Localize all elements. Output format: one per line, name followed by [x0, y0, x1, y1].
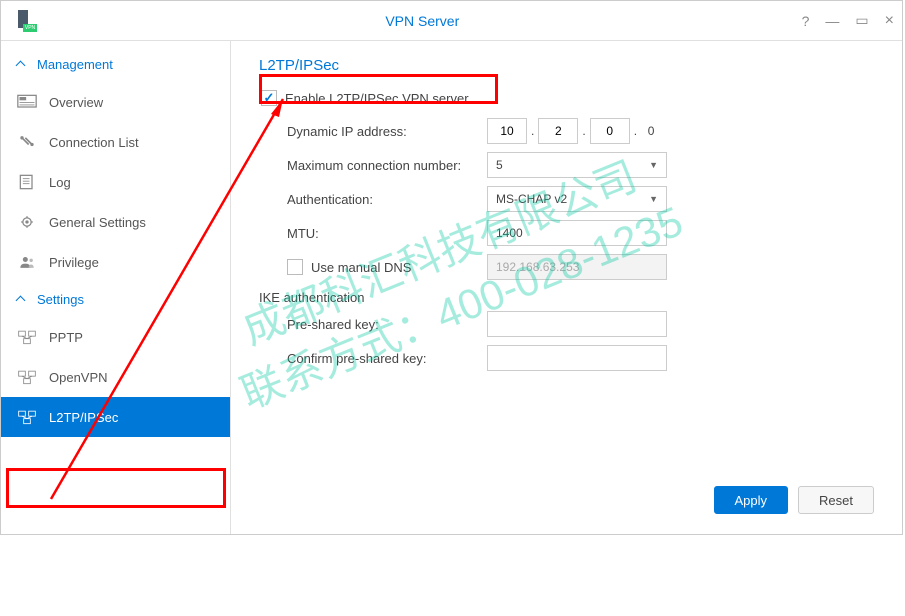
sidebar-item-label: Privilege — [49, 255, 99, 270]
chevron-down-icon: ▼ — [649, 194, 658, 204]
section-management[interactable]: Management — [1, 47, 230, 82]
sidebar-item-label: Log — [49, 175, 71, 190]
overview-icon — [17, 94, 37, 110]
enable-row[interactable]: Enable L2TP/IPSec VPN server — [259, 86, 874, 110]
close-icon[interactable]: × — [885, 12, 894, 30]
auth-select[interactable]: MS-CHAP v2 ▼ — [487, 186, 667, 212]
dynamic-ip-label: Dynamic IP address: — [287, 124, 487, 139]
auth-label: Authentication: — [287, 192, 487, 207]
sidebar-item-overview[interactable]: Overview — [1, 82, 230, 122]
psk-label: Pre-shared key: — [287, 317, 487, 332]
log-icon — [17, 174, 37, 190]
minimize-icon[interactable]: — — [825, 13, 839, 29]
sidebar-item-label: Connection List — [49, 135, 139, 150]
gear-icon — [17, 214, 37, 230]
sidebar-item-connection-list[interactable]: Connection List — [1, 122, 230, 162]
chevron-down-icon: ▼ — [649, 160, 658, 170]
sidebar-item-label: L2TP/IPSec — [49, 410, 118, 425]
manual-dns-input: 192.168.63.253 — [487, 254, 667, 280]
dynamic-ip-group: . . . 0 — [487, 118, 661, 144]
reset-button[interactable]: Reset — [798, 486, 874, 514]
sidebar-item-privilege[interactable]: Privilege — [1, 242, 230, 282]
apply-button[interactable]: Apply — [714, 486, 789, 514]
sidebar-item-label: General Settings — [49, 215, 146, 230]
sidebar-item-openvpn[interactable]: OpenVPN — [1, 357, 230, 397]
network-icon — [17, 409, 37, 425]
window-title: VPN Server — [43, 13, 802, 29]
ip-octet-c[interactable] — [590, 118, 630, 144]
network-icon — [17, 369, 37, 385]
sidebar: Management Overview Connection List Log — [1, 41, 231, 534]
help-icon[interactable]: ? — [802, 13, 810, 29]
sidebar-item-log[interactable]: Log — [1, 162, 230, 202]
max-conn-value: 5 — [496, 158, 503, 172]
ip-octet-b[interactable] — [538, 118, 578, 144]
mtu-label: MTU: — [287, 226, 487, 241]
maximize-icon[interactable]: ▭ — [855, 12, 868, 29]
enable-label: Enable L2TP/IPSec VPN server — [285, 91, 469, 106]
titlebar: VPN VPN Server ? — ▭ × — [1, 1, 902, 41]
user-icon — [17, 254, 37, 270]
mtu-input[interactable] — [487, 220, 667, 246]
enable-checkbox[interactable] — [261, 90, 277, 106]
section-label: Settings — [37, 292, 84, 307]
sidebar-item-label: OpenVPN — [49, 370, 108, 385]
psk-input[interactable] — [487, 311, 667, 337]
section-settings[interactable]: Settings — [1, 282, 230, 317]
chevron-up-icon — [17, 60, 27, 70]
connection-icon — [17, 134, 37, 150]
ip-octet-d: 0 — [641, 124, 661, 138]
manual-dns-label: Use manual DNS — [311, 260, 411, 275]
manual-dns-checkbox[interactable] — [287, 259, 303, 275]
auth-value: MS-CHAP v2 — [496, 192, 567, 206]
max-conn-label: Maximum connection number: — [287, 158, 487, 173]
sidebar-item-general-settings[interactable]: General Settings — [1, 202, 230, 242]
ip-octet-a[interactable] — [487, 118, 527, 144]
sidebar-item-pptp[interactable]: PPTP — [1, 317, 230, 357]
psk-confirm-input[interactable] — [487, 345, 667, 371]
app-icon: VPN — [15, 10, 37, 32]
section-label: Management — [37, 57, 113, 72]
footer: Apply Reset — [259, 476, 874, 526]
page-title: L2TP/IPSec — [259, 57, 874, 74]
sidebar-item-l2tp[interactable]: L2TP/IPSec — [1, 397, 230, 437]
sidebar-item-label: PPTP — [49, 330, 83, 345]
sidebar-item-label: Overview — [49, 95, 103, 110]
max-conn-select[interactable]: 5 ▼ — [487, 152, 667, 178]
ike-section-label: IKE authentication — [259, 290, 874, 305]
chevron-up-icon — [17, 295, 27, 305]
psk-confirm-label: Confirm pre-shared key: — [287, 351, 487, 366]
main-panel: L2TP/IPSec Enable L2TP/IPSec VPN server … — [231, 41, 902, 534]
network-icon — [17, 329, 37, 345]
